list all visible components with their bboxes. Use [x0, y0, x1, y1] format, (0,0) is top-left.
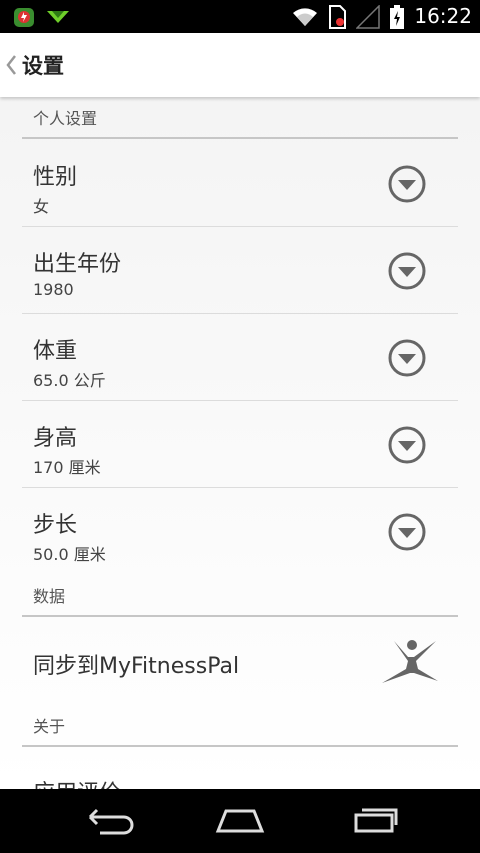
action-bar: 设置: [0, 33, 480, 97]
dropdown-circle-icon[interactable]: [387, 338, 427, 378]
battery-charging-icon: [390, 4, 405, 29]
section-header-personal: 个人设置: [22, 97, 458, 139]
section-header-label: 关于: [33, 717, 66, 736]
dropdown-circle-icon[interactable]: [387, 164, 427, 204]
dropdown-circle-icon[interactable]: [387, 425, 427, 465]
sim-card-icon: [329, 4, 347, 29]
setting-value: 女: [33, 197, 50, 216]
setting-title: 应用评价: [33, 775, 121, 789]
section-header-label: 数据: [33, 587, 66, 606]
sync-myfitnesspal-row[interactable]: 同步到MyFitnessPal: [22, 617, 458, 707]
setting-row-gender[interactable]: 性别 女: [22, 140, 458, 227]
setting-title: 性别: [33, 165, 78, 190]
setting-value: 1980: [33, 280, 74, 299]
setting-title: 出生年份: [33, 252, 122, 277]
setting-title: 身高: [33, 426, 78, 451]
section-header-data: 数据: [22, 575, 458, 617]
setting-value: 65.0 公斤: [33, 371, 106, 390]
about-row-rate-app[interactable]: 应用评价: [22, 749, 458, 789]
setting-row-stride[interactable]: 步长 50.0 厘米: [22, 488, 458, 575]
wifi-icon: [293, 7, 318, 26]
section-header-label: 个人设置: [33, 109, 98, 128]
dropdown-circle-icon[interactable]: [387, 512, 427, 552]
home-icon[interactable]: [212, 805, 268, 837]
status-bar: 16:22: [0, 0, 480, 33]
chevron-left-icon[interactable]: [4, 53, 18, 77]
settings-content[interactable]: 个人设置 性别 女 出生年份 1980 体重 65.0 公斤 身高 170 厘米: [0, 97, 480, 789]
section-header-about: 关于: [22, 705, 458, 747]
sync-title: 同步到MyFitnessPal: [33, 654, 240, 679]
setting-row-height[interactable]: 身高 170 厘米: [22, 401, 458, 488]
setting-title: 步长: [33, 513, 78, 538]
navigation-bar: [0, 789, 480, 853]
back-icon[interactable]: [80, 805, 136, 837]
setting-value: 50.0 厘米: [33, 545, 106, 564]
download-arrow-icon: [47, 11, 69, 23]
setting-value: 170 厘米: [33, 458, 101, 477]
setting-title: 体重: [33, 339, 78, 364]
setting-row-weight[interactable]: 体重 65.0 公斤: [22, 314, 458, 401]
page-title[interactable]: 设置: [22, 50, 64, 80]
status-time: 16:22: [414, 4, 472, 28]
setting-row-birth-year[interactable]: 出生年份 1980: [22, 227, 458, 314]
myfitnesspal-icon: [382, 640, 438, 683]
notification-app-icon: [14, 8, 34, 27]
cell-signal-icon: [356, 4, 381, 29]
recent-apps-icon[interactable]: [346, 805, 402, 837]
dropdown-circle-icon[interactable]: [387, 251, 427, 291]
